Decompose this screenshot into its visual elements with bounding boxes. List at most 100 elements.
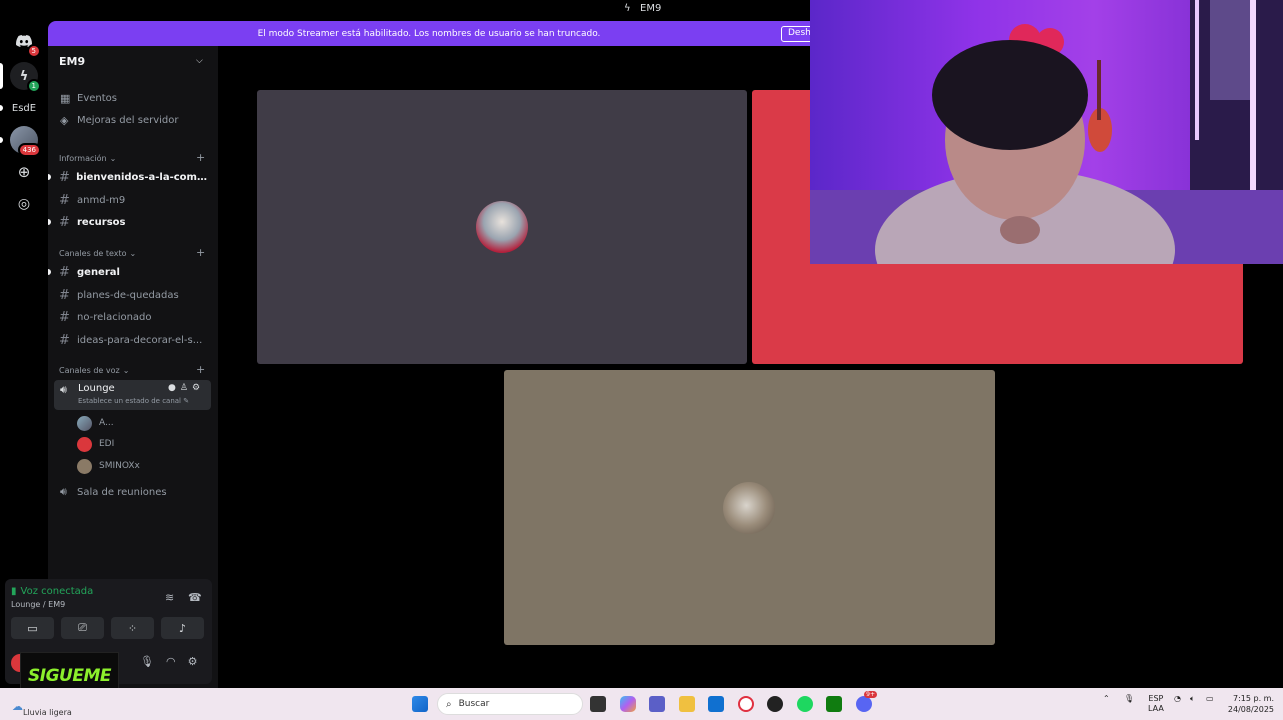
events-item[interactable]: ▦ Eventos — [54, 88, 212, 108]
headphones-icon[interactable]: ◠ — [166, 655, 176, 668]
task-view-icon[interactable] — [590, 696, 606, 712]
chevron-down-icon: ⌄ — [129, 249, 137, 258]
server-esde-icon[interactable]: EsdE — [10, 94, 38, 122]
discord-window: ϟ EM9 5 ϟ 1 EsdE 436 ⊕ ◎ El modo Streame… — [0, 0, 1283, 720]
add-channel-icon[interactable]: + — [196, 363, 205, 376]
battery-icon[interactable]: ▭ — [1206, 694, 1214, 703]
wifi-icon[interactable]: ◔ — [1174, 694, 1181, 703]
weather-widget[interactable]: ☁ Lluvia ligera — [12, 696, 72, 717]
server-logo-icon: ϟ — [624, 2, 631, 14]
category-voice[interactable]: Canales de voz ⌄ — [59, 366, 129, 375]
xbox-icon[interactable] — [826, 696, 842, 712]
category-voice-label: Canales de voz — [59, 366, 120, 375]
server4-badge: 436 — [17, 143, 41, 157]
noise-suppression-icon[interactable]: ≋ — [165, 591, 174, 604]
video-tile-1[interactable] — [257, 90, 747, 364]
voice-location[interactable]: Lounge / EM9 — [11, 600, 65, 609]
voice-channel-lounge[interactable]: 🔊︎ Lounge ● ♙ ⚙ Establece un estado de c… — [54, 380, 211, 410]
channel-general[interactable]: # general — [54, 262, 212, 282]
camera-off-button[interactable]: ▭ — [11, 617, 54, 639]
hashtag-icon: # — [59, 169, 70, 185]
avatar — [77, 458, 92, 474]
server-em9-icon[interactable]: ϟ 1 — [10, 62, 41, 93]
channel-label: ideas-para-decorar-el-s... — [77, 334, 203, 346]
copilot-icon[interactable] — [620, 696, 636, 712]
soundboard-button[interactable]: ♪ — [161, 617, 204, 639]
channel-label: planes-de-quedadas — [77, 289, 179, 301]
disconnect-icon[interactable]: ☎ — [188, 591, 202, 604]
cat-avatar — [476, 201, 528, 253]
microphone-icon[interactable]: 🎙︎ — [1124, 694, 1134, 703]
speaker-icon: 🔊︎ — [60, 383, 67, 396]
channel-label: no-relacionado — [77, 311, 152, 323]
channel-label: bienvenidos-a-la-comun... — [76, 171, 212, 183]
chevron-down-icon[interactable]: ⌵ — [196, 56, 203, 66]
hashtag-icon: # — [59, 332, 70, 348]
voice-channel-sala[interactable]: 🔊︎ Sala de reuniones — [54, 482, 212, 502]
server2-badge: 1 — [26, 79, 41, 93]
hashtag-icon: # — [59, 264, 70, 280]
channel-label: general — [77, 266, 120, 278]
discord-taskbar-icon[interactable]: 9+ — [856, 691, 877, 712]
signal-icon: ▮ — [11, 586, 17, 597]
server-name[interactable]: EM9 — [59, 55, 85, 68]
chat-bubble-icon[interactable]: ● — [168, 383, 176, 393]
spotify-icon[interactable] — [797, 696, 813, 712]
taskbar-search[interactable]: ⌕ Buscar — [437, 693, 583, 715]
explore-icon[interactable]: ◎ — [10, 190, 38, 218]
clock[interactable]: 7:15 p. m. 24/08/2025 — [1224, 693, 1274, 715]
windows-start-icon[interactable] — [412, 696, 428, 712]
voice-user[interactable]: SMINOXx — [77, 457, 140, 475]
channel-status[interactable]: Establece un estado de canal ✎ — [78, 397, 189, 405]
server-image-icon[interactable]: 436 — [10, 126, 41, 157]
invite-icon[interactable]: ♙ — [180, 383, 188, 393]
hashtag-icon: # — [59, 309, 70, 325]
banner-text: El modo Streamer está habilitado. Los no… — [257, 28, 601, 39]
channel-anmd[interactable]: # anmd-m9 — [54, 190, 212, 210]
microphone-icon[interactable]: 🎙︎ — [140, 655, 154, 668]
hashtag-icon: # — [59, 287, 70, 303]
teams-icon[interactable] — [649, 696, 665, 712]
channel-bienvenidos[interactable]: # bienvenidos-a-la-comun... — [54, 167, 212, 187]
screen-share-icon: ⎚ — [78, 621, 87, 634]
voice-user[interactable]: EDI — [77, 435, 114, 453]
hashtag-icon: # — [59, 214, 70, 230]
opera-icon[interactable] — [738, 696, 754, 712]
channel-no-relacionado[interactable]: # no-relacionado — [54, 307, 212, 327]
clock-time: 7:15 p. m. — [1232, 694, 1274, 703]
file-explorer-icon[interactable] — [679, 696, 695, 712]
discord-home-icon[interactable]: 5 — [10, 27, 41, 58]
video-tile-3[interactable] — [504, 370, 995, 645]
add-channel-icon[interactable]: + — [196, 151, 205, 164]
weather-text: Lluvia ligera — [23, 708, 72, 717]
hashtag-icon: # — [59, 192, 70, 208]
unread-pill-2 — [0, 137, 3, 143]
activities-button[interactable]: ⁘ — [111, 617, 154, 639]
chevron-up-icon[interactable]: ⌃ — [1103, 694, 1110, 703]
pencil-icon: ✎ — [183, 397, 190, 405]
app-icon[interactable] — [708, 696, 724, 712]
obs-icon[interactable] — [767, 696, 783, 712]
voice-user-name: EDI — [99, 439, 115, 449]
channel-planes[interactable]: # planes-de-quedadas — [54, 285, 212, 305]
voice-user[interactable]: A... — [77, 414, 114, 432]
server3-label: EsdE — [11, 102, 37, 114]
gear-icon[interactable]: ⚙ — [188, 655, 198, 668]
avatar — [77, 415, 92, 431]
screen-share-button[interactable]: ⎚ — [61, 617, 104, 639]
language-indicator[interactable]: ESP LAA — [1148, 694, 1164, 714]
category-info[interactable]: Información ⌄ — [59, 154, 116, 163]
category-text[interactable]: Canales de texto ⌄ — [59, 249, 136, 258]
volume-icon[interactable]: 🔈︎ — [1190, 694, 1195, 704]
gear-icon[interactable]: ⚙ — [192, 383, 200, 393]
soundboard-icon: ♪ — [178, 621, 187, 635]
add-server-icon[interactable]: ⊕ — [10, 158, 38, 186]
boost-icon: ◈ — [60, 113, 69, 127]
user-controls: 🎙︎ ◠ ⚙ — [140, 655, 197, 668]
add-channel-icon[interactable]: + — [196, 246, 205, 259]
search-placeholder: Buscar — [458, 699, 490, 709]
channel-recursos[interactable]: # recursos — [54, 212, 212, 232]
server-boost-item[interactable]: ◈ Mejoras del servidor — [54, 110, 212, 130]
voice-status[interactable]: ▮ Voz conectada — [11, 586, 93, 597]
channel-ideas[interactable]: # ideas-para-decorar-el-s... — [54, 330, 212, 350]
